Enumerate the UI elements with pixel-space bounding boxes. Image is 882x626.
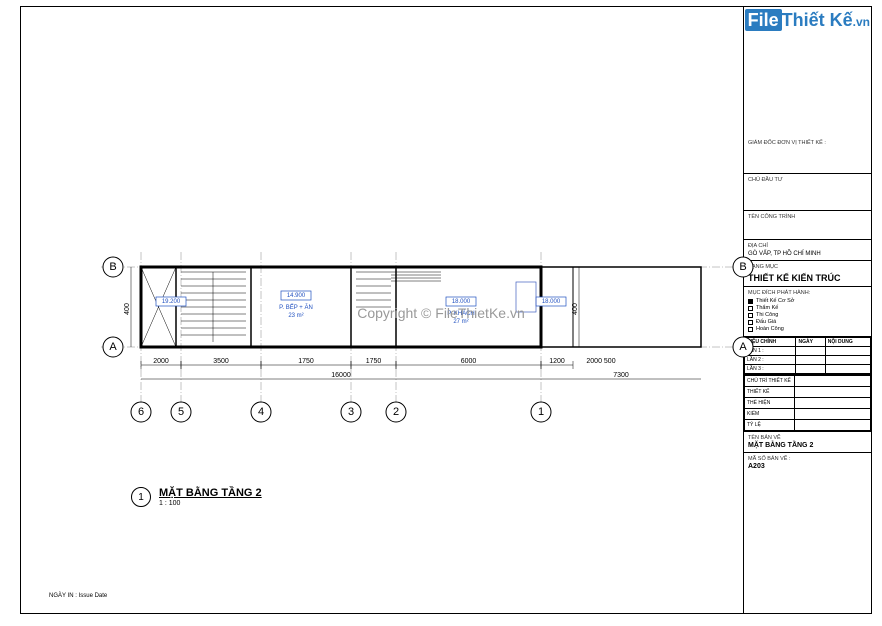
svg-text:23 m²: 23 m² (288, 313, 303, 319)
svg-text:1: 1 (538, 406, 544, 418)
svg-text:2000: 2000 (153, 358, 169, 365)
svg-text:2000 500: 2000 500 (586, 358, 615, 365)
svg-text:400: 400 (124, 303, 131, 315)
signatures-section: CHỦ TRÌ THIẾT KẾTHIẾT KẾTHỂ HIỆNKIỂMTỶ L… (744, 375, 871, 432)
svg-text:18.000: 18.000 (542, 299, 561, 305)
svg-text:7300: 7300 (613, 372, 629, 379)
svg-text:3500: 3500 (213, 358, 229, 365)
sheet-name-section: TÊN BẢN VẼ MẶT BẰNG TẦNG 2 (744, 432, 871, 453)
svg-text:1750: 1750 (298, 358, 314, 365)
svg-text:16000: 16000 (331, 372, 351, 379)
svg-text:400: 400 (572, 303, 579, 315)
client-section: CHỦ ĐẦU TƯ (744, 174, 871, 211)
designer-section: GIÁM ĐỐC ĐƠN VỊ THIẾT KẾ : (744, 137, 871, 174)
purpose-section: MỤC ĐÍCH PHÁT HÀNH: Thiết Kế Cơ SởThẩm K… (744, 287, 871, 337)
svg-text:14.900: 14.900 (287, 293, 306, 299)
svg-text:18.000: 18.000 (452, 299, 471, 305)
svg-text:27 m²: 27 m² (453, 319, 468, 325)
svg-text:A: A (739, 341, 747, 353)
svg-text:B: B (109, 261, 116, 273)
svg-text:19.200: 19.200 (162, 299, 181, 305)
svg-text:P. KHÁCH: P. KHÁCH (447, 310, 475, 317)
svg-text:P. BẾP + ĂN: P. BẾP + ĂN (279, 304, 313, 311)
svg-text:4: 4 (258, 406, 264, 418)
revisions-section: HIỆU CHỈNHNGÀYNỘI DUNG LẦN 1 :LẦN 2 :LẦN… (744, 337, 871, 375)
svg-text:5: 5 (178, 406, 184, 418)
print-date: NGÀY IN : Issue Date (49, 593, 107, 599)
svg-text:1750: 1750 (366, 358, 382, 365)
sheet-no-section: MÃ SỐ BẢN VẼ : A203 (744, 453, 871, 613)
floor-plan: B A B A 1 2 3 4 5 6 (101, 227, 761, 427)
svg-text:1200: 1200 (549, 358, 565, 365)
category-section: HẠNG MỤC THIẾT KẾ KIẾN TRÚC (744, 261, 871, 287)
svg-text:6: 6 (138, 406, 144, 418)
svg-text:3: 3 (348, 406, 354, 418)
address-section: ĐỊA CHỈ GÒ VẤP, TP HỒ CHÍ MINH (744, 240, 871, 261)
svg-text:2: 2 (393, 406, 399, 418)
project-section: TÊN CÔNG TRÌNH (744, 211, 871, 240)
svg-text:A: A (109, 341, 117, 353)
svg-text:B: B (739, 261, 746, 273)
watermark-logo: FileThiết Kế.vn (745, 10, 870, 31)
view-title: 1 MẶT BẰNG TẦNG 2 1 : 100 (131, 487, 262, 507)
svg-text:6000: 6000 (461, 358, 477, 365)
